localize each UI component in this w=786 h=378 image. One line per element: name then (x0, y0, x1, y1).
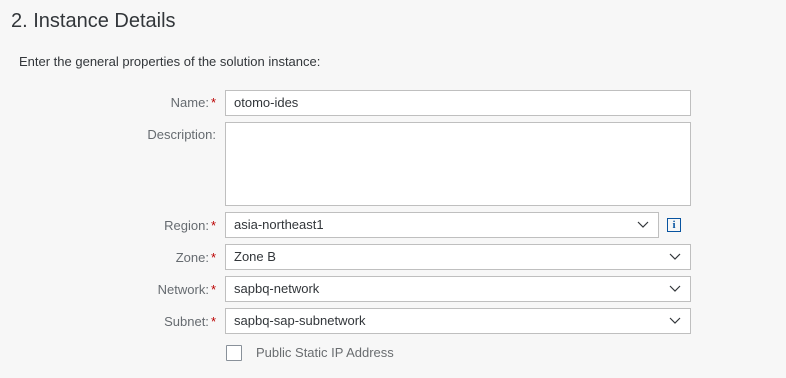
description-textarea[interactable] (225, 122, 691, 206)
name-label: Name: * (171, 95, 216, 111)
name-input-value: otomo-ides (234, 95, 299, 110)
section-intro-text: Enter the general properties of the solu… (19, 54, 321, 69)
network-select-value: sapbq-network (234, 281, 320, 296)
chevron-down-icon[interactable] (669, 316, 681, 326)
description-label: Description: (147, 127, 216, 143)
network-select[interactable]: sapbq-network (225, 276, 691, 302)
region-required-marker: * (210, 218, 216, 233)
subnet-label-text: Subnet: (164, 314, 209, 329)
zone-select-value: Zone B (234, 249, 276, 264)
name-label-text: Name: (170, 95, 209, 110)
region-select[interactable]: asia-northeast1 (225, 212, 659, 238)
chevron-down-icon[interactable] (669, 252, 681, 262)
zone-required-marker: * (210, 250, 216, 265)
zone-label: Zone: * (176, 250, 216, 266)
info-icon[interactable]: i (667, 218, 681, 232)
name-input[interactable]: otomo-ides (225, 90, 691, 116)
chevron-down-icon[interactable] (637, 220, 649, 230)
public-static-ip-checkbox[interactable] (226, 345, 242, 361)
network-label-text: Network: (157, 282, 209, 297)
chevron-down-icon[interactable] (669, 284, 681, 294)
zone-label-text: Zone: (175, 250, 209, 265)
subnet-label: Subnet: * (164, 314, 216, 330)
description-label-text: Description: (147, 127, 216, 142)
subnet-select-value: sapbq-sap-subnetwork (234, 313, 366, 328)
region-label-text: Region: (164, 218, 209, 233)
region-label: Region: * (164, 218, 216, 234)
subnet-select[interactable]: sapbq-sap-subnetwork (225, 308, 691, 334)
network-label: Network: * (158, 282, 216, 298)
region-select-value: asia-northeast1 (234, 217, 324, 232)
subnet-required-marker: * (210, 314, 216, 329)
name-required-marker: * (210, 95, 216, 110)
network-required-marker: * (210, 282, 216, 297)
public-static-ip-label[interactable]: Public Static IP Address (256, 345, 394, 361)
page-title: 2. Instance Details (11, 10, 176, 32)
zone-select[interactable]: Zone B (225, 244, 691, 270)
